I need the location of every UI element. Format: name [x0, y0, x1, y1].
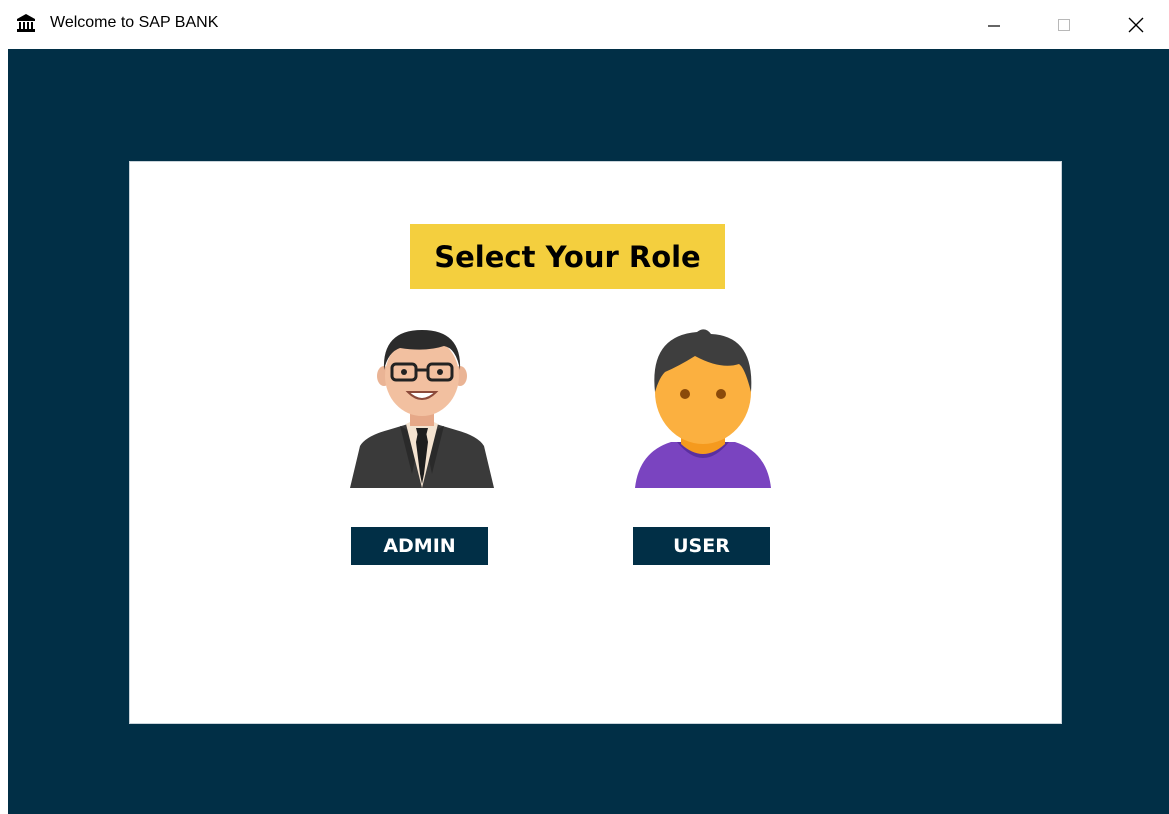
- user-button[interactable]: USER: [633, 527, 770, 565]
- window-title: Welcome to SAP BANK: [50, 14, 219, 31]
- minimize-button[interactable]: [971, 0, 1017, 49]
- title-bar[interactable]: Welcome to SAP BANK: [0, 0, 1169, 49]
- main-content: Select Your Role ADMIN USER: [8, 49, 1169, 814]
- close-button[interactable]: [1113, 0, 1159, 49]
- admin-button[interactable]: ADMIN: [351, 527, 488, 565]
- maximize-button[interactable]: [1041, 0, 1087, 49]
- page-title: Select Your Role: [410, 224, 725, 289]
- close-icon: [1128, 17, 1144, 32]
- user-avatar-icon[interactable]: [635, 326, 771, 488]
- role-selection-card: Select Your Role ADMIN USER: [129, 161, 1062, 724]
- admin-avatar-icon[interactable]: [348, 324, 496, 488]
- minimize-icon: [988, 24, 1000, 27]
- maximize-icon: [1058, 18, 1070, 31]
- app-window: Welcome to SAP BANK Select Your Role ADM…: [0, 0, 1169, 814]
- bank-icon: [17, 14, 35, 32]
